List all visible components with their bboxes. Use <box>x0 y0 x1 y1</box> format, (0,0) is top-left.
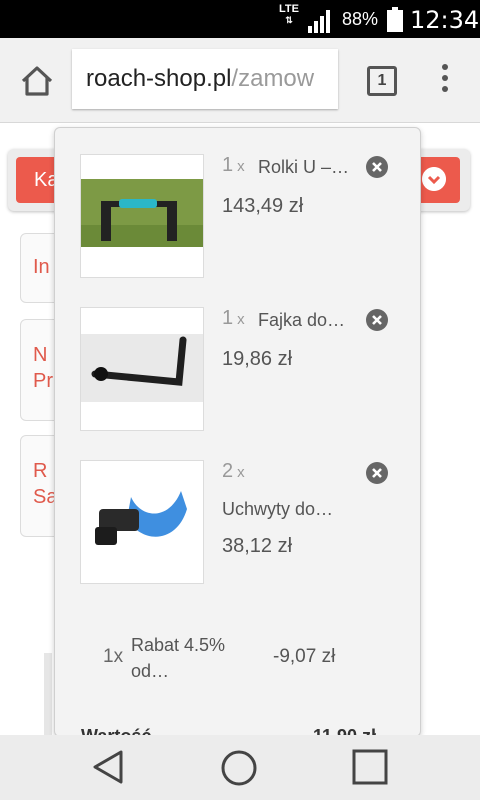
item-price: 143,49 zł <box>222 195 304 217</box>
item-price: 38,12 zł <box>222 535 293 557</box>
clock: 12:34 <box>410 6 480 34</box>
item-name[interactable]: Fajka do… <box>258 310 345 331</box>
chevron-down-icon <box>422 167 446 191</box>
remove-item-icon[interactable] <box>365 308 389 332</box>
battery-percent: 88% <box>342 9 379 29</box>
cart-item: 1x Rolki U –… 143,49 zł <box>55 154 420 284</box>
tab-switcher-button[interactable]: 1 <box>367 66 397 96</box>
home-icon[interactable] <box>18 62 56 100</box>
url-bar[interactable]: roach-shop.pl/zamow <box>72 49 338 109</box>
status-bar: LTE ⇅ 88% 12:34 <box>0 0 480 38</box>
discount-value: -9,07 zł <box>273 646 336 667</box>
item-quantity: 2x <box>222 460 245 482</box>
product-thumbnail[interactable] <box>80 460 204 584</box>
battery-icon <box>387 7 403 32</box>
rod-rest-arm-photo <box>81 334 203 402</box>
url-text: roach-shop.pl/zamow <box>86 65 315 92</box>
page-image-edge <box>44 653 52 735</box>
product-thumbnail[interactable] <box>80 154 204 278</box>
item-name[interactable]: Uchwyty do… <box>222 499 333 520</box>
remove-item-icon[interactable] <box>365 155 389 179</box>
discount-label: Rabat 4.5% od… <box>131 635 226 681</box>
rod-holder-photo <box>81 461 203 583</box>
back-icon[interactable] <box>88 747 128 787</box>
discount-row: 1x Rabat 4.5% od… -9,07 zł <box>55 626 420 686</box>
product-thumbnail[interactable] <box>80 307 204 431</box>
item-quantity: 1x <box>222 154 245 176</box>
navigation-bar <box>0 735 480 800</box>
discount-quantity: 1x <box>103 646 124 667</box>
overflow-menu-icon[interactable] <box>440 64 450 98</box>
item-price: 19,86 zł <box>222 348 293 370</box>
home-nav-icon[interactable] <box>220 749 258 787</box>
item-quantity: 1x <box>222 307 245 329</box>
rod-roller-photo <box>81 179 203 247</box>
item-name[interactable]: Rolki U –… <box>258 157 349 178</box>
recent-apps-icon[interactable] <box>352 749 388 785</box>
lte-icon: LTE ⇅ <box>279 3 299 26</box>
signal-icon <box>308 10 330 33</box>
remove-item-icon[interactable] <box>365 461 389 485</box>
cart-dropdown: 1x Rolki U –… 143,49 zł 1x Fajka do… 19,… <box>54 127 421 737</box>
browser-toolbar: roach-shop.pl/zamow 1 <box>0 38 480 123</box>
cart-item: 1x Fajka do… 19,86 zł <box>55 307 420 437</box>
cart-item: 2x Uchwyty do… 38,12 zł <box>55 460 420 610</box>
